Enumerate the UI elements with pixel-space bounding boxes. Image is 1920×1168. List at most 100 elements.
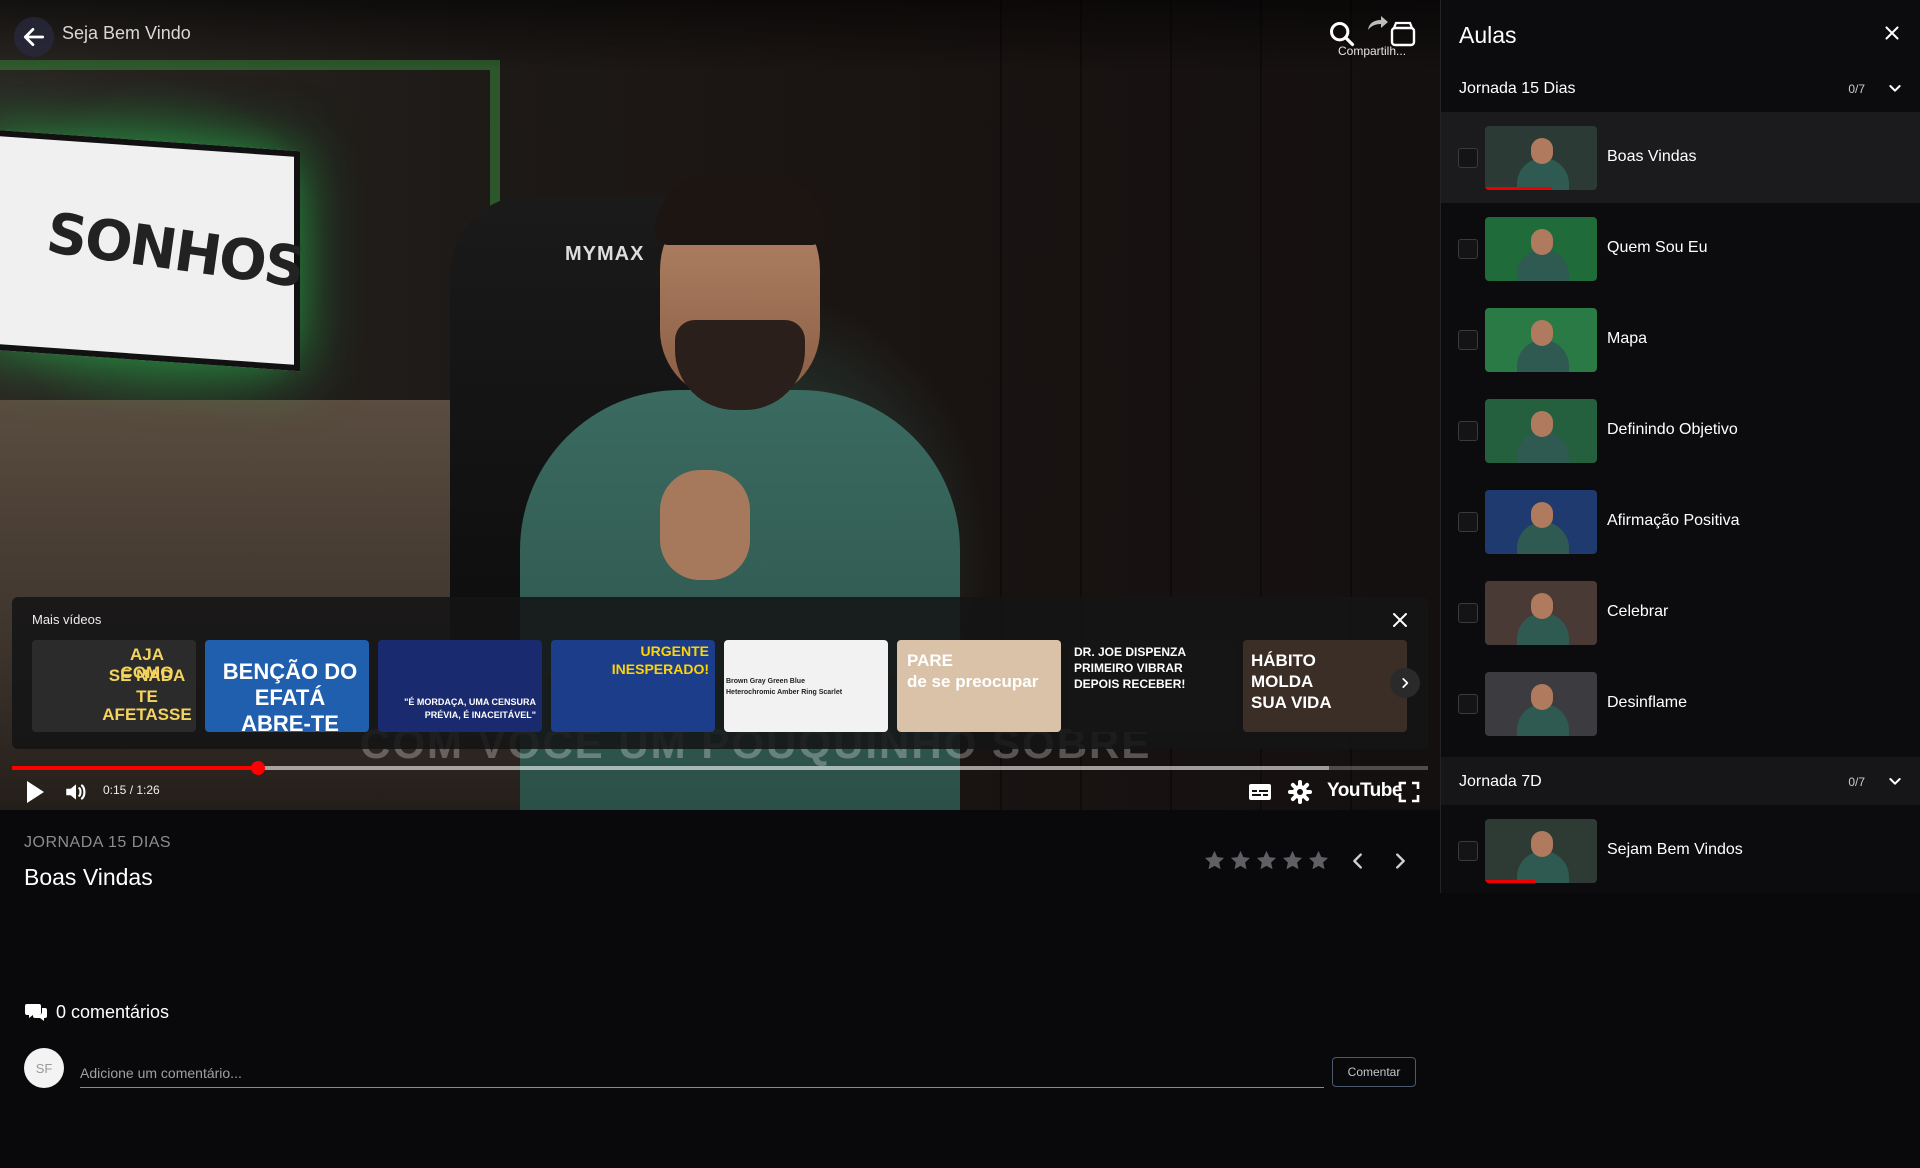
comment-submit-button[interactable]: Comentar [1332,1057,1416,1087]
module-name: Jornada 15 Dias [1459,80,1576,97]
lesson-item[interactable]: Boas Vindas [1441,112,1920,203]
module-header[interactable]: Jornada 15 Dias 0/7 [1441,64,1920,112]
next-lesson-button[interactable] [1389,850,1411,872]
main-area: SONHOS MYMAX COM VOCÊ UM POUQUINHO SOBRE… [0,0,1440,1168]
star-icon[interactable] [1281,849,1304,872]
module-progress: 0/7 [1848,775,1865,789]
lesson-thumbnail [1485,308,1597,372]
star-rating [1203,849,1330,872]
more-video-thumbnail-text: HÁBITO [1251,651,1316,670]
star-icon[interactable] [1203,849,1226,872]
lesson-label: Afirmação Positiva [1607,512,1740,529]
lesson-label: Desinflame [1607,694,1688,711]
lesson-label: Mapa [1607,330,1648,347]
more-video-thumbnail-text: ABRE-TE [241,711,339,732]
captions-icon[interactable] [1248,782,1272,802]
star-icon[interactable] [1307,849,1330,872]
module-name: Jornada 7D [1459,773,1542,790]
comment-input[interactable] [80,1058,1324,1088]
course-name: JORNADA 15 DIAS [24,834,172,851]
lesson-item[interactable]: Definindo Objetivo [1441,385,1920,476]
more-video-thumbnail-text: PRÉVIA, É INACEITÁVEL" [424,710,536,720]
scene-presenter-hand [660,470,750,580]
lesson-thumbnail [1485,581,1597,645]
comments-icon [25,1004,47,1021]
scene-presenter-hair [655,175,825,245]
lesson-checkbox[interactable] [1458,330,1478,350]
lesson-item[interactable]: Celebrar [1441,567,1920,658]
lesson-thumbnail [1485,399,1597,463]
more-video-thumbnail[interactable]: "É MORDAÇA, UMA CENSURA PRÉVIA, É INACEIT… [378,640,542,732]
module-header[interactable]: Jornada 7D 0/7 [1441,757,1920,805]
lessons-sidebar: Aulas Jornada 15 Dias 0/7 Boas Vindas Quem … [1440,0,1920,893]
lesson-checkbox[interactable] [1458,512,1478,532]
star-icon[interactable] [1255,849,1278,872]
app-root: SONHOS MYMAX COM VOCÊ UM POUQUINHO SOBRE… [0,0,1920,1168]
lesson-checkbox[interactable] [1458,239,1478,259]
arrow-left-icon [23,28,45,46]
lesson-thumbnail-figure [1531,320,1553,346]
lesson-checkbox[interactable] [1458,841,1478,861]
lesson-item[interactable]: Afirmação Positiva [1441,476,1920,567]
lesson-checkbox[interactable] [1458,603,1478,623]
scene-tv-logo: SONHOS [42,200,307,302]
comments-header: 0 comentários [24,1001,169,1023]
close-icon[interactable] [1881,22,1903,44]
more-video-thumbnail-text: DR. JOE DISPENZA [1074,645,1187,659]
gear-icon[interactable] [1288,780,1312,804]
more-video-thumbnail[interactable]: Brown Gray Green Blue Heterochromic Amber… [724,640,888,732]
lesson-item[interactable]: Mapa [1441,294,1920,385]
more-video-thumbnail[interactable]: DR. JOE DISPENZA PRIMEIRO VIBRAR DEPOIS RE… [1070,640,1234,732]
more-video-thumbnail-text: Heterochromic Amber Ring Scarlet [726,689,843,696]
video-player[interactable]: SONHOS MYMAX COM VOCÊ UM POUQUINHO SOBRE… [0,0,1440,810]
lesson-thumbnail-figure [1531,502,1553,528]
play-icon[interactable] [24,779,46,805]
more-video-thumbnail-text: PARE [907,651,953,670]
chevron-down-icon [1889,778,1901,785]
lesson-label: Celebrar [1607,603,1669,620]
more-video-thumbnail[interactable]: BENÇÃO DO EFATÁ ABRE-TE [205,640,369,732]
lesson-checkbox[interactable] [1458,694,1478,714]
lesson-label: Sejam Bem Vindos [1607,841,1743,858]
more-videos-title: Mais vídeos [32,612,102,627]
back-button[interactable] [14,17,54,57]
more-video-thumbnail-text: BENÇÃO DO [222,659,358,684]
star-icon[interactable] [1229,849,1252,872]
chevron-right-icon [1402,678,1409,688]
player-controls: 0:15 / 1:26 YouTube [0,774,1440,810]
youtube-logo[interactable]: YouTube [1327,780,1402,802]
lesson-checkbox[interactable] [1458,421,1478,441]
more-video-thumbnail[interactable]: HÁBITO MOLDA SUA VIDA [1243,640,1407,732]
more-video-thumbnail[interactable]: PARE de se preocupar [897,640,1061,732]
lesson-thumbnail-figure [1531,229,1553,255]
lesson-item[interactable]: Sejam Bem Vindos [1441,805,1920,896]
lesson-thumbnail-figure [1531,138,1553,164]
sidebar-title: Aulas [1459,22,1517,48]
lesson-thumbnail-figure [1531,831,1553,857]
lesson-thumbnail [1485,672,1597,736]
lesson-watched-bar [1485,880,1536,883]
more-videos-next-button[interactable] [1390,668,1420,698]
more-video-thumbnail-text: SUA VIDA [1251,693,1332,712]
scene-chair-brand: MYMAX [565,243,645,265]
volume-icon[interactable] [63,779,89,805]
comments-count: 0 comentários [56,1001,170,1022]
lesson-item[interactable]: Desinflame [1441,658,1920,749]
progress-bar[interactable] [12,761,1428,775]
lesson-item[interactable]: Quem Sou Eu [1441,203,1920,294]
more-video-thumbnail-text: PRIMEIRO VIBRAR [1074,661,1183,675]
share-label: Compartilh... [1338,44,1407,58]
more-video-thumbnail-text: URGENTE [640,643,709,659]
more-video-thumbnail[interactable]: URGENTE INESPERADO! [551,640,715,732]
close-icon[interactable] [1388,608,1412,632]
lesson-thumbnail-figure [1531,593,1553,619]
more-video-thumbnail[interactable]: AJA COMO SE NADA TE AFETASSE [32,640,196,732]
more-video-thumbnail-text: Brown Gray Green Blue [726,678,805,685]
lesson-thumbnail [1485,217,1597,281]
lesson-checkbox[interactable] [1458,148,1478,168]
more-video-thumbnail-text: "É MORDAÇA, UMA CENSURA [404,697,536,707]
lesson-label: Quem Sou Eu [1607,239,1708,256]
more-video-thumbnail-text: de se preocupar [907,672,1039,691]
fullscreen-icon[interactable] [1397,780,1421,804]
previous-lesson-button[interactable] [1347,850,1369,872]
